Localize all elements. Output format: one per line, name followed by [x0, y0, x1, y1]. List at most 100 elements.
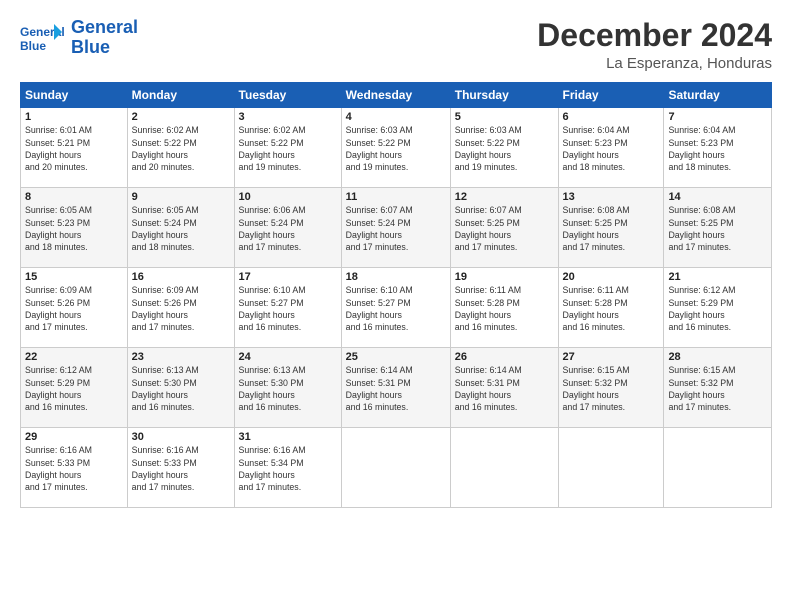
table-row — [664, 428, 772, 508]
day-info: Sunrise: 6:07 AMSunset: 5:25 PMDaylight … — [455, 205, 522, 252]
day-number: 8 — [25, 191, 123, 203]
calendar-week-row: 15 Sunrise: 6:09 AMSunset: 5:26 PMDaylig… — [21, 268, 772, 348]
table-row — [558, 428, 664, 508]
day-number: 20 — [563, 271, 660, 283]
day-info: Sunrise: 6:09 AMSunset: 5:26 PMDaylight … — [132, 285, 199, 332]
day-number: 27 — [563, 351, 660, 363]
day-number: 7 — [668, 111, 767, 123]
day-number: 16 — [132, 271, 230, 283]
day-info: Sunrise: 6:06 AMSunset: 5:24 PMDaylight … — [239, 205, 306, 252]
col-wednesday: Wednesday — [341, 83, 450, 108]
table-row: 30 Sunrise: 6:16 AMSunset: 5:33 PMDaylig… — [127, 428, 234, 508]
day-info: Sunrise: 6:10 AMSunset: 5:27 PMDaylight … — [346, 285, 413, 332]
day-number: 30 — [132, 431, 230, 443]
day-number: 29 — [25, 431, 123, 443]
table-row: 10 Sunrise: 6:06 AMSunset: 5:24 PMDaylig… — [234, 188, 341, 268]
day-number: 21 — [668, 271, 767, 283]
day-number: 19 — [455, 271, 554, 283]
calendar-week-row: 22 Sunrise: 6:12 AMSunset: 5:29 PMDaylig… — [21, 348, 772, 428]
day-number: 14 — [668, 191, 767, 203]
table-row: 3 Sunrise: 6:02 AMSunset: 5:22 PMDayligh… — [234, 108, 341, 188]
logo-line2: Blue — [71, 37, 110, 57]
day-number: 22 — [25, 351, 123, 363]
day-info: Sunrise: 6:13 AMSunset: 5:30 PMDaylight … — [132, 365, 199, 412]
day-number: 28 — [668, 351, 767, 363]
table-row: 15 Sunrise: 6:09 AMSunset: 5:26 PMDaylig… — [21, 268, 128, 348]
calendar-header-row: Sunday Monday Tuesday Wednesday Thursday… — [21, 83, 772, 108]
table-row — [450, 428, 558, 508]
day-number: 1 — [25, 111, 123, 123]
day-number: 15 — [25, 271, 123, 283]
table-row: 20 Sunrise: 6:11 AMSunset: 5:28 PMDaylig… — [558, 268, 664, 348]
day-info: Sunrise: 6:11 AMSunset: 5:28 PMDaylight … — [455, 285, 521, 332]
day-info: Sunrise: 6:16 AMSunset: 5:34 PMDaylight … — [239, 445, 306, 492]
calendar-week-row: 29 Sunrise: 6:16 AMSunset: 5:33 PMDaylig… — [21, 428, 772, 508]
table-row: 19 Sunrise: 6:11 AMSunset: 5:28 PMDaylig… — [450, 268, 558, 348]
day-info: Sunrise: 6:03 AMSunset: 5:22 PMDaylight … — [455, 125, 522, 172]
table-row: 1 Sunrise: 6:01 AMSunset: 5:21 PMDayligh… — [21, 108, 128, 188]
table-row: 22 Sunrise: 6:12 AMSunset: 5:29 PMDaylig… — [21, 348, 128, 428]
day-info: Sunrise: 6:15 AMSunset: 5:32 PMDaylight … — [668, 365, 735, 412]
day-number: 13 — [563, 191, 660, 203]
location-subtitle: La Esperanza, Honduras — [537, 55, 772, 72]
table-row: 16 Sunrise: 6:09 AMSunset: 5:26 PMDaylig… — [127, 268, 234, 348]
day-number: 31 — [239, 431, 337, 443]
day-number: 26 — [455, 351, 554, 363]
day-info: Sunrise: 6:14 AMSunset: 5:31 PMDaylight … — [455, 365, 522, 412]
table-row: 17 Sunrise: 6:10 AMSunset: 5:27 PMDaylig… — [234, 268, 341, 348]
table-row: 25 Sunrise: 6:14 AMSunset: 5:31 PMDaylig… — [341, 348, 450, 428]
day-info: Sunrise: 6:04 AMSunset: 5:23 PMDaylight … — [668, 125, 735, 172]
table-row: 18 Sunrise: 6:10 AMSunset: 5:27 PMDaylig… — [341, 268, 450, 348]
day-info: Sunrise: 6:08 AMSunset: 5:25 PMDaylight … — [668, 205, 735, 252]
day-info: Sunrise: 6:16 AMSunset: 5:33 PMDaylight … — [25, 445, 92, 492]
day-number: 9 — [132, 191, 230, 203]
table-row: 29 Sunrise: 6:16 AMSunset: 5:33 PMDaylig… — [21, 428, 128, 508]
col-sunday: Sunday — [21, 83, 128, 108]
table-row: 23 Sunrise: 6:13 AMSunset: 5:30 PMDaylig… — [127, 348, 234, 428]
title-block: December 2024 La Esperanza, Honduras — [537, 18, 772, 72]
day-info: Sunrise: 6:14 AMSunset: 5:31 PMDaylight … — [346, 365, 413, 412]
day-info: Sunrise: 6:05 AMSunset: 5:23 PMDaylight … — [25, 205, 92, 252]
month-title: December 2024 — [537, 18, 772, 53]
table-row: 11 Sunrise: 6:07 AMSunset: 5:24 PMDaylig… — [341, 188, 450, 268]
table-row: 2 Sunrise: 6:02 AMSunset: 5:22 PMDayligh… — [127, 108, 234, 188]
table-row: 6 Sunrise: 6:04 AMSunset: 5:23 PMDayligh… — [558, 108, 664, 188]
day-info: Sunrise: 6:08 AMSunset: 5:25 PMDaylight … — [563, 205, 630, 252]
logo-icon: General Blue — [20, 23, 65, 53]
day-number: 2 — [132, 111, 230, 123]
day-info: Sunrise: 6:07 AMSunset: 5:24 PMDaylight … — [346, 205, 413, 252]
calendar-table: Sunday Monday Tuesday Wednesday Thursday… — [20, 82, 772, 508]
table-row: 12 Sunrise: 6:07 AMSunset: 5:25 PMDaylig… — [450, 188, 558, 268]
day-number: 5 — [455, 111, 554, 123]
table-row: 9 Sunrise: 6:05 AMSunset: 5:24 PMDayligh… — [127, 188, 234, 268]
day-number: 24 — [239, 351, 337, 363]
table-row: 4 Sunrise: 6:03 AMSunset: 5:22 PMDayligh… — [341, 108, 450, 188]
day-info: Sunrise: 6:10 AMSunset: 5:27 PMDaylight … — [239, 285, 306, 332]
logo: General Blue General Blue — [20, 18, 138, 58]
table-row: 24 Sunrise: 6:13 AMSunset: 5:30 PMDaylig… — [234, 348, 341, 428]
day-info: Sunrise: 6:03 AMSunset: 5:22 PMDaylight … — [346, 125, 413, 172]
table-row: 7 Sunrise: 6:04 AMSunset: 5:23 PMDayligh… — [664, 108, 772, 188]
table-row: 13 Sunrise: 6:08 AMSunset: 5:25 PMDaylig… — [558, 188, 664, 268]
day-number: 3 — [239, 111, 337, 123]
day-number: 12 — [455, 191, 554, 203]
table-row: 31 Sunrise: 6:16 AMSunset: 5:34 PMDaylig… — [234, 428, 341, 508]
day-info: Sunrise: 6:16 AMSunset: 5:33 PMDaylight … — [132, 445, 199, 492]
table-row: 5 Sunrise: 6:03 AMSunset: 5:22 PMDayligh… — [450, 108, 558, 188]
day-info: Sunrise: 6:04 AMSunset: 5:23 PMDaylight … — [563, 125, 630, 172]
table-row: 28 Sunrise: 6:15 AMSunset: 5:32 PMDaylig… — [664, 348, 772, 428]
calendar-week-row: 8 Sunrise: 6:05 AMSunset: 5:23 PMDayligh… — [21, 188, 772, 268]
table-row — [341, 428, 450, 508]
header: General Blue General Blue December 2024 … — [20, 18, 772, 72]
table-row: 8 Sunrise: 6:05 AMSunset: 5:23 PMDayligh… — [21, 188, 128, 268]
col-friday: Friday — [558, 83, 664, 108]
day-info: Sunrise: 6:05 AMSunset: 5:24 PMDaylight … — [132, 205, 199, 252]
col-saturday: Saturday — [664, 83, 772, 108]
page: General Blue General Blue December 2024 … — [0, 0, 792, 612]
calendar-week-row: 1 Sunrise: 6:01 AMSunset: 5:21 PMDayligh… — [21, 108, 772, 188]
day-info: Sunrise: 6:01 AMSunset: 5:21 PMDaylight … — [25, 125, 92, 172]
col-tuesday: Tuesday — [234, 83, 341, 108]
day-number: 18 — [346, 271, 446, 283]
col-thursday: Thursday — [450, 83, 558, 108]
day-info: Sunrise: 6:15 AMSunset: 5:32 PMDaylight … — [563, 365, 630, 412]
